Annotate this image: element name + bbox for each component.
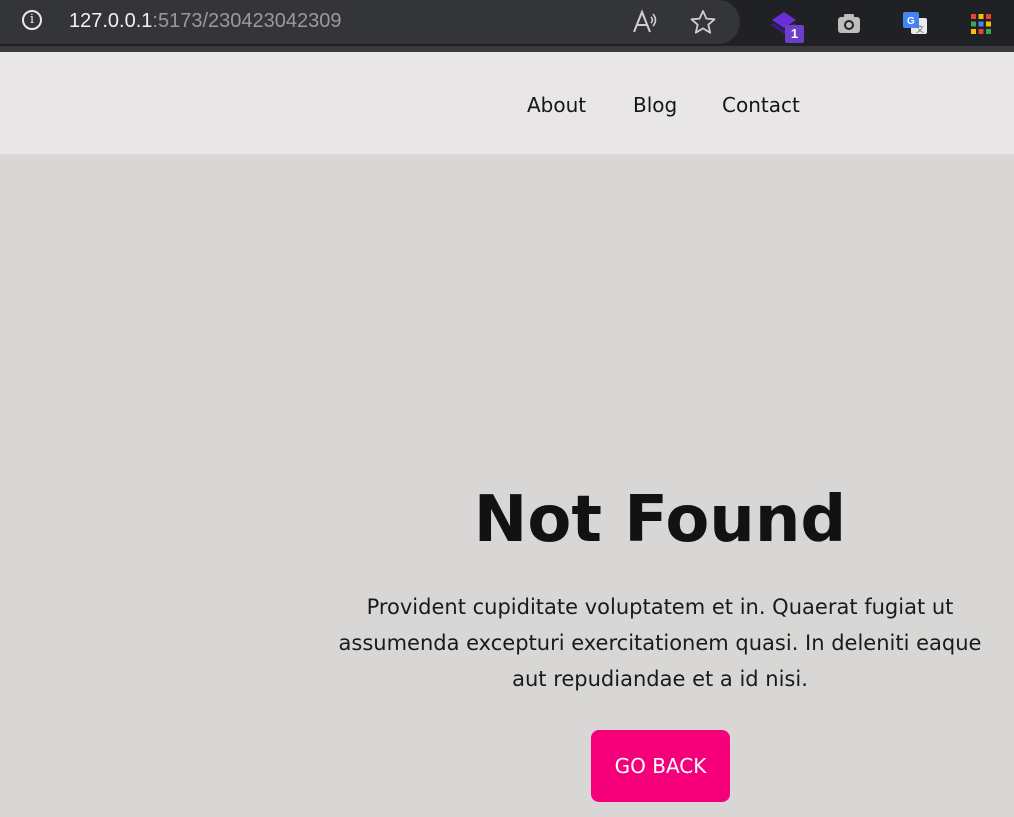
address-bar[interactable]: i 127.0.0.1:5173/230423042309: [0, 0, 740, 44]
url-path: :5173/230423042309: [152, 10, 342, 32]
svg-text:G: G: [907, 16, 915, 27]
url-host: 127.0.0.1: [69, 10, 153, 32]
page-title: Not Found: [473, 483, 847, 557]
apps-grid-icon[interactable]: [963, 6, 999, 42]
camera-icon[interactable]: [831, 6, 867, 42]
site-header: [0, 52, 1014, 154]
info-icon[interactable]: i: [22, 10, 42, 30]
browser-toolbar: i 127.0.0.1:5173/230423042309 1 G 文: [0, 0, 1014, 46]
read-aloud-icon[interactable]: [630, 8, 660, 36]
favorite-star-icon[interactable]: [688, 8, 718, 36]
go-back-button[interactable]: GO BACK: [591, 730, 730, 802]
nav-link-contact[interactable]: Contact: [722, 92, 800, 118]
error-description: Provident cupiditate voluptatem et in. Q…: [338, 595, 982, 691]
svg-text:文: 文: [916, 24, 924, 34]
extension-badge: 1: [785, 25, 804, 43]
nav-link-about[interactable]: About: [527, 92, 586, 118]
url-text[interactable]: 127.0.0.1:5173/230423042309: [69, 9, 342, 33]
nav-link-blog[interactable]: Blog: [633, 92, 677, 118]
google-translate-icon[interactable]: G 文: [897, 6, 933, 42]
